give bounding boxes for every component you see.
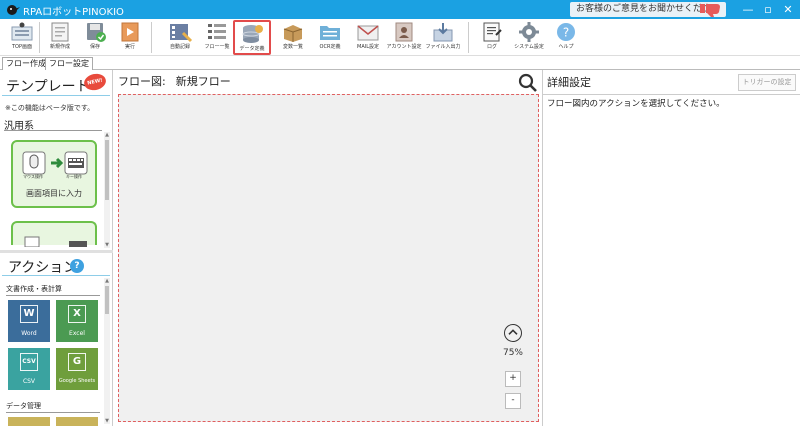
action-tile-word[interactable]: W Word <box>8 300 50 342</box>
toolbar-help-button[interactable]: ? ヘルプ <box>547 20 585 55</box>
template-icon <box>24 236 87 247</box>
template-card-screen-input[interactable]: マウス操作 キー操作 画面項目に入力 <box>11 140 97 208</box>
database-icon <box>242 25 263 43</box>
csv-icon: CSV <box>20 353 38 371</box>
action-category-office: 文書作成・表計算 <box>6 285 62 293</box>
scrollbar-thumb[interactable] <box>105 140 109 200</box>
toolbar-run-button[interactable]: 実行 <box>111 20 149 55</box>
zoom-level: 75% <box>502 348 523 358</box>
file-io-icon <box>433 23 453 42</box>
category-divider <box>4 130 102 131</box>
trigger-settings-button[interactable]: トリガーの設定 <box>738 74 796 91</box>
scrollbar-thumb[interactable] <box>105 286 109 314</box>
category-divider <box>6 295 100 296</box>
excel-icon: X <box>68 305 86 323</box>
google-sheets-icon: G <box>68 353 86 371</box>
panel-splitter[interactable] <box>0 250 113 253</box>
maximize-button[interactable]: ▫ <box>758 0 778 19</box>
toolbar-save-button[interactable]: 保存 <box>76 20 114 55</box>
template-title: テンプレート <box>6 79 90 95</box>
chevron-up-icon[interactable] <box>504 324 522 342</box>
toolbar-variable-list-button[interactable]: 変数一覧 <box>274 20 312 55</box>
toolbar-data-definition-button[interactable]: データ定義 <box>233 20 271 55</box>
close-button[interactable]: ✕ <box>778 0 798 19</box>
flow-canvas[interactable] <box>118 94 539 422</box>
thumbs-down-icon[interactable] <box>699 1 723 18</box>
new-file-icon <box>51 22 69 42</box>
flow-label: フロー図: <box>118 75 166 88</box>
list-icon <box>208 24 226 39</box>
left-panel: テンプレート NEW! ※この機能はベータ版です。 汎用系 マウス操作 キー操作… <box>0 70 113 426</box>
beta-note: ※この機能はベータ版です。 <box>5 104 95 112</box>
panel-divider <box>543 94 800 95</box>
toolbar-separator <box>151 22 152 53</box>
action-tile-csv[interactable]: CSV CSV <box>8 348 50 390</box>
toolbar-system-settings-button[interactable]: システム設定 <box>510 20 548 55</box>
log-icon <box>483 22 502 42</box>
save-icon <box>87 23 106 42</box>
toolbar-file-io-button[interactable]: ファイル入出力 <box>424 20 462 55</box>
action-tile-excel[interactable]: X Excel <box>56 300 98 342</box>
template-scrollbar[interactable]: ▲ ▼ <box>104 132 110 248</box>
flow-header: フロー図: 新規フロー <box>118 73 231 89</box>
toolbar-log-button[interactable]: ログ <box>473 20 511 55</box>
toolbar-auto-record-button[interactable]: 自動記録 <box>161 20 199 55</box>
template-card-label: 画面項目に入力 <box>26 189 82 198</box>
action-help-icon[interactable]: ? <box>70 259 84 273</box>
toolbar-separator <box>468 22 469 53</box>
main-toolbar: TOP画面 新規作成 保存 実行 自動記録 フロー一覧 データ定義 変数一覧 O… <box>0 19 800 56</box>
action-scrollbar[interactable]: ▲ ▼ <box>104 278 110 424</box>
mouse-label: マウス操作 <box>23 174 43 179</box>
action-tile-partial[interactable] <box>8 417 50 426</box>
window-title: RPAロボットPINOKIO <box>23 7 124 18</box>
toolbar-separator <box>39 22 40 53</box>
gear-icon <box>519 22 539 42</box>
word-icon: W <box>20 305 38 323</box>
detail-settings-title: 詳細設定 <box>547 76 591 89</box>
template-card-partial[interactable] <box>11 221 97 247</box>
toolbar-new-button[interactable]: 新規作成 <box>41 20 79 55</box>
mode-tab-bar: フロー作成 フロー設定 <box>0 56 800 70</box>
category-divider <box>6 412 100 413</box>
action-tile-partial[interactable] <box>56 417 98 426</box>
tab-flow-settings[interactable]: フロー設定 <box>45 57 93 70</box>
home-icon <box>11 22 33 41</box>
action-title: アクション <box>8 260 78 276</box>
flow-name: 新規フロー <box>175 75 231 88</box>
action-category-data: データ管理 <box>6 402 41 410</box>
tab-flow-create[interactable]: フロー作成 <box>2 57 50 70</box>
svg-text:?: ? <box>563 26 569 40</box>
action-tile-google-sheets[interactable]: G Google Sheets <box>56 348 98 390</box>
detail-message: フロー図内のアクションを選択してください。 <box>547 99 725 109</box>
template-header: テンプレート NEW! <box>2 71 110 96</box>
run-icon <box>121 22 139 42</box>
account-icon <box>395 22 413 42</box>
search-icon[interactable] <box>518 73 538 93</box>
detail-settings-panel: 詳細設定 トリガーの設定 フロー図内のアクションを選択してください。 <box>542 70 800 426</box>
toolbar-top-screen-button[interactable]: TOP画面 <box>3 20 41 55</box>
minimize-button[interactable]: — <box>738 0 758 19</box>
toolbar-account-settings-button[interactable]: アカウント設定 <box>385 20 423 55</box>
folder-icon <box>320 26 340 40</box>
zoom-out-button[interactable]: - <box>505 393 521 409</box>
toolbar-mail-settings-button[interactable]: MAIL設定 <box>349 20 387 55</box>
title-bar: RPAロボットPINOKIO お客様のご意見をお聞かせください — ▫ ✕ <box>0 0 800 19</box>
mail-icon <box>357 25 379 41</box>
action-header: アクション ? <box>2 254 110 276</box>
film-icon <box>170 24 193 43</box>
help-icon: ? <box>557 23 575 41</box>
box-icon <box>283 25 303 42</box>
pinokio-logo-icon <box>7 5 20 15</box>
key-label: キー操作 <box>66 174 82 179</box>
toolbar-ocr-definition-button[interactable]: OCR定義 <box>311 20 349 55</box>
zoom-in-button[interactable]: + <box>505 371 521 387</box>
toolbar-flow-list-button[interactable]: フロー一覧 <box>198 20 236 55</box>
